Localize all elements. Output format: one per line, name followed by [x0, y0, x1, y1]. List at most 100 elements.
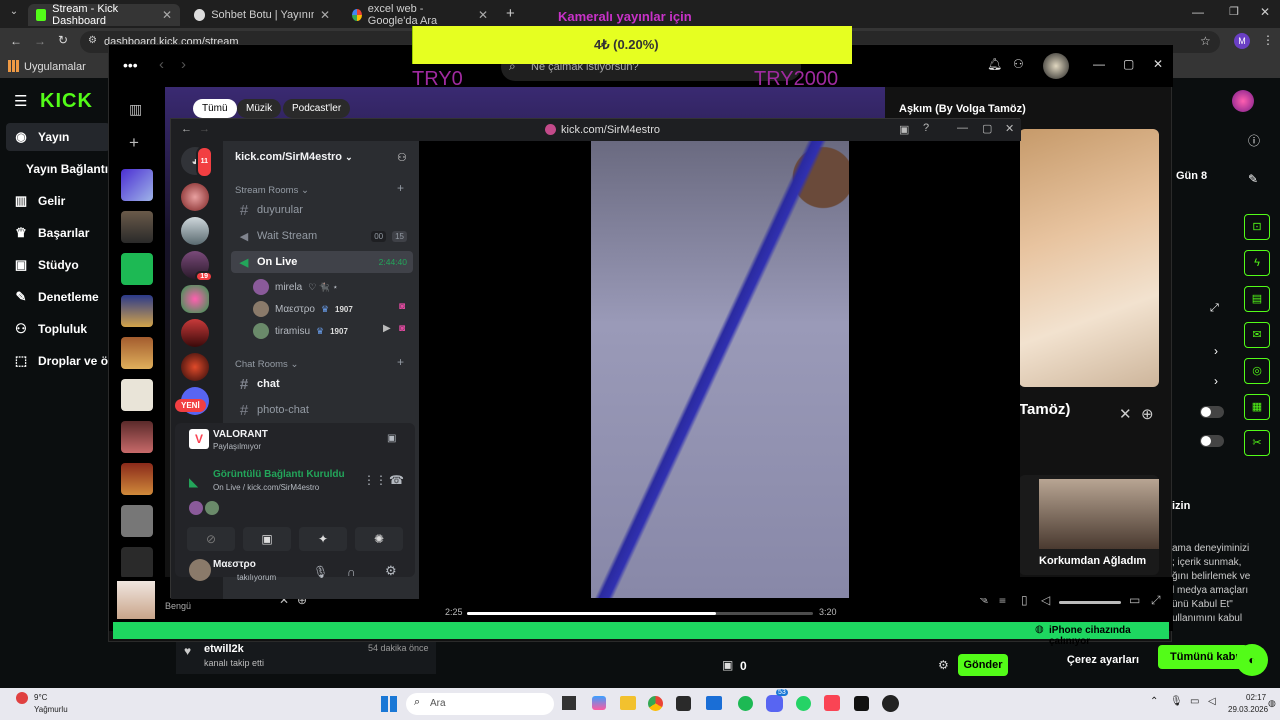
noise-suppression-icon[interactable]: ⋮⋮ [363, 473, 387, 487]
nav-forward-icon[interactable]: › [181, 56, 186, 73]
server-icon[interactable]: 19 [181, 251, 213, 282]
network-icon[interactable]: ▭ [1190, 696, 1199, 707]
chrome-icon[interactable] [648, 696, 663, 711]
dc-minimize-icon[interactable]: — [957, 122, 968, 134]
dc-back-icon[interactable]: ← [181, 123, 192, 135]
reload-icon[interactable]: ↻ [58, 33, 68, 47]
server-icon[interactable] [181, 183, 209, 211]
volume-slider[interactable] [1059, 601, 1121, 604]
inbox-icon[interactable]: ▣ [899, 123, 909, 136]
tab-kick-dashboard[interactable]: Stream - Kick Dashboard ✕ [28, 3, 180, 27]
mic-icon[interactable]: 🎙︎ [313, 565, 328, 579]
nav-yayin-baglantisi[interactable]: Yayın Bağlantısı [26, 162, 118, 176]
close-tab-icon[interactable]: ✕ [162, 8, 172, 22]
spotify-avatar[interactable] [1043, 53, 1069, 79]
nav-back-icon[interactable]: ‹ [159, 56, 164, 73]
clock-date[interactable]: 29.03.2026 [1228, 705, 1268, 714]
kick-logo[interactable]: KICK [40, 90, 93, 113]
volume-tray-icon[interactable]: ◁ [1208, 696, 1216, 707]
chip-podcasts[interactable]: Podcast'ler [283, 99, 351, 118]
nav-droplar[interactable]: ⬚ Droplar ve ödü [14, 354, 123, 369]
share-screen-icon[interactable]: ▣ [387, 433, 396, 444]
nav-denetleme[interactable]: ✎ Denetleme [14, 290, 99, 305]
task-view-icon[interactable] [562, 696, 576, 710]
add-member-icon[interactable]: ⚇ [397, 151, 407, 164]
chevron-right-icon[interactable]: › [1214, 374, 1218, 388]
tool-button-2[interactable]: ϟ [1244, 250, 1270, 276]
mail-icon[interactable] [706, 696, 722, 710]
tool-button-3[interactable]: ▤ [1244, 286, 1270, 312]
playlist-thumb[interactable] [121, 421, 153, 453]
weather-icon[interactable] [16, 692, 28, 704]
gift-icon[interactable]: ▣ [722, 658, 733, 672]
send-button[interactable]: Gönder [958, 654, 1008, 676]
dc-maximize-icon[interactable]: ▢ [982, 122, 992, 135]
playlist-thumb[interactable] [121, 211, 153, 243]
menu-icon[interactable]: ⋮ [1262, 33, 1274, 47]
device-bar[interactable]: ◍ iPhone cihazında çalınıyor [113, 622, 1169, 647]
tray-chevron-icon[interactable]: ⌃ [1150, 696, 1158, 707]
kick-avatar[interactable] [1232, 90, 1254, 112]
add-channel-icon[interactable]: + [397, 181, 404, 195]
dc-close-icon[interactable]: ✕ [1005, 122, 1014, 135]
cookie-settings-button[interactable]: Çerez ayarları [1056, 648, 1150, 672]
device-icon[interactable]: ▯ [1021, 593, 1028, 607]
apps-grid-icon[interactable] [8, 60, 20, 72]
playlist-thumb[interactable] [121, 295, 153, 327]
toggle-switch[interactable] [1200, 406, 1224, 418]
file-explorer-icon[interactable] [620, 696, 636, 710]
minimize-icon[interactable]: — [1192, 5, 1204, 19]
server-header[interactable]: kick.com/SirM4estro ⌄ [235, 151, 353, 163]
sp-close-icon[interactable]: ✕ [1153, 57, 1163, 71]
voice-member[interactable]: mirela ♡ 🐈‍⬛ ⋆ [253, 279, 338, 295]
nav-studyo[interactable]: ▣ Stüdyo [14, 258, 79, 273]
app-icon[interactable] [592, 696, 606, 710]
player-artist[interactable]: Bengü [165, 601, 191, 611]
more-options-icon[interactable]: ••• [123, 57, 138, 73]
category-chat-rooms[interactable]: Chat Rooms ⌄ [235, 359, 298, 370]
dc-forward-icon[interactable]: → [199, 123, 210, 135]
settings-icon[interactable]: ⚙ [385, 563, 397, 579]
taskbar-search[interactable]: ⌕ Ara [406, 693, 554, 715]
screen-share-button[interactable]: ▣ [243, 527, 291, 551]
fullscreen-icon[interactable]: ⤢ [1151, 593, 1161, 608]
bell-icon[interactable]: 🔔︎ [987, 57, 1002, 71]
category-stream-rooms[interactable]: Stream Rooms ⌄ [235, 185, 309, 196]
chevron-right-icon[interactable]: › [1214, 344, 1218, 358]
camera-off-button[interactable]: ⊘ [187, 527, 235, 551]
related-card[interactable]: Korkumdan Ağladım [1019, 475, 1159, 575]
liked-songs-thumb[interactable] [121, 169, 153, 201]
channel-on-live[interactable]: ◀︎ On Live 2:44:40 [231, 251, 413, 273]
discord-icon[interactable] [766, 695, 783, 712]
tool-button-4[interactable]: ✉ [1244, 322, 1270, 348]
friends-icon[interactable]: ⚇ [1013, 57, 1024, 71]
start-icon[interactable] [381, 696, 397, 712]
podcast-thumb[interactable] [121, 253, 153, 285]
channel-chat[interactable]: # chat [231, 373, 413, 395]
playlist-thumb[interactable] [121, 547, 153, 579]
forward-icon[interactable]: → [34, 34, 46, 48]
progress-track[interactable] [467, 612, 813, 615]
clock-time[interactable]: 02:17 [1246, 693, 1266, 702]
popout-icon[interactable]: ⤢ [1210, 302, 1219, 315]
valorant-icon[interactable] [824, 695, 840, 711]
playlist-thumb[interactable] [121, 463, 153, 495]
volume-icon[interactable]: ◁ [1041, 593, 1050, 607]
site-info-icon[interactable]: ⚙ [88, 35, 97, 46]
headphones-icon[interactable]: ∩ [347, 565, 356, 579]
profile-avatar[interactable]: M [1234, 33, 1250, 49]
nav-yayin[interactable]: ◉ Yayın [14, 130, 69, 145]
bookmark-star-icon[interactable]: ☆ [1200, 34, 1211, 48]
library-icon[interactable]: ▥ [129, 101, 142, 118]
channel-duyurular[interactable]: # duyurular [231, 199, 413, 221]
back-icon[interactable]: ← [10, 34, 22, 48]
create-icon[interactable]: + [129, 133, 139, 153]
server-icon[interactable] [181, 217, 209, 245]
add-channel-icon[interactable]: + [397, 355, 404, 369]
media-icon[interactable] [882, 695, 899, 712]
chat-settings-icon[interactable]: ⚙ [938, 658, 949, 672]
soundboard-button[interactable]: ✺ [355, 527, 403, 551]
tab-chat-bot[interactable]: Sohbet Botu | Yayınını güçlendi ✕ [186, 4, 338, 26]
channel-wait-stream[interactable]: ◀︎ Wait Stream 00 15 [231, 225, 413, 247]
server-icon[interactable] [181, 353, 209, 381]
